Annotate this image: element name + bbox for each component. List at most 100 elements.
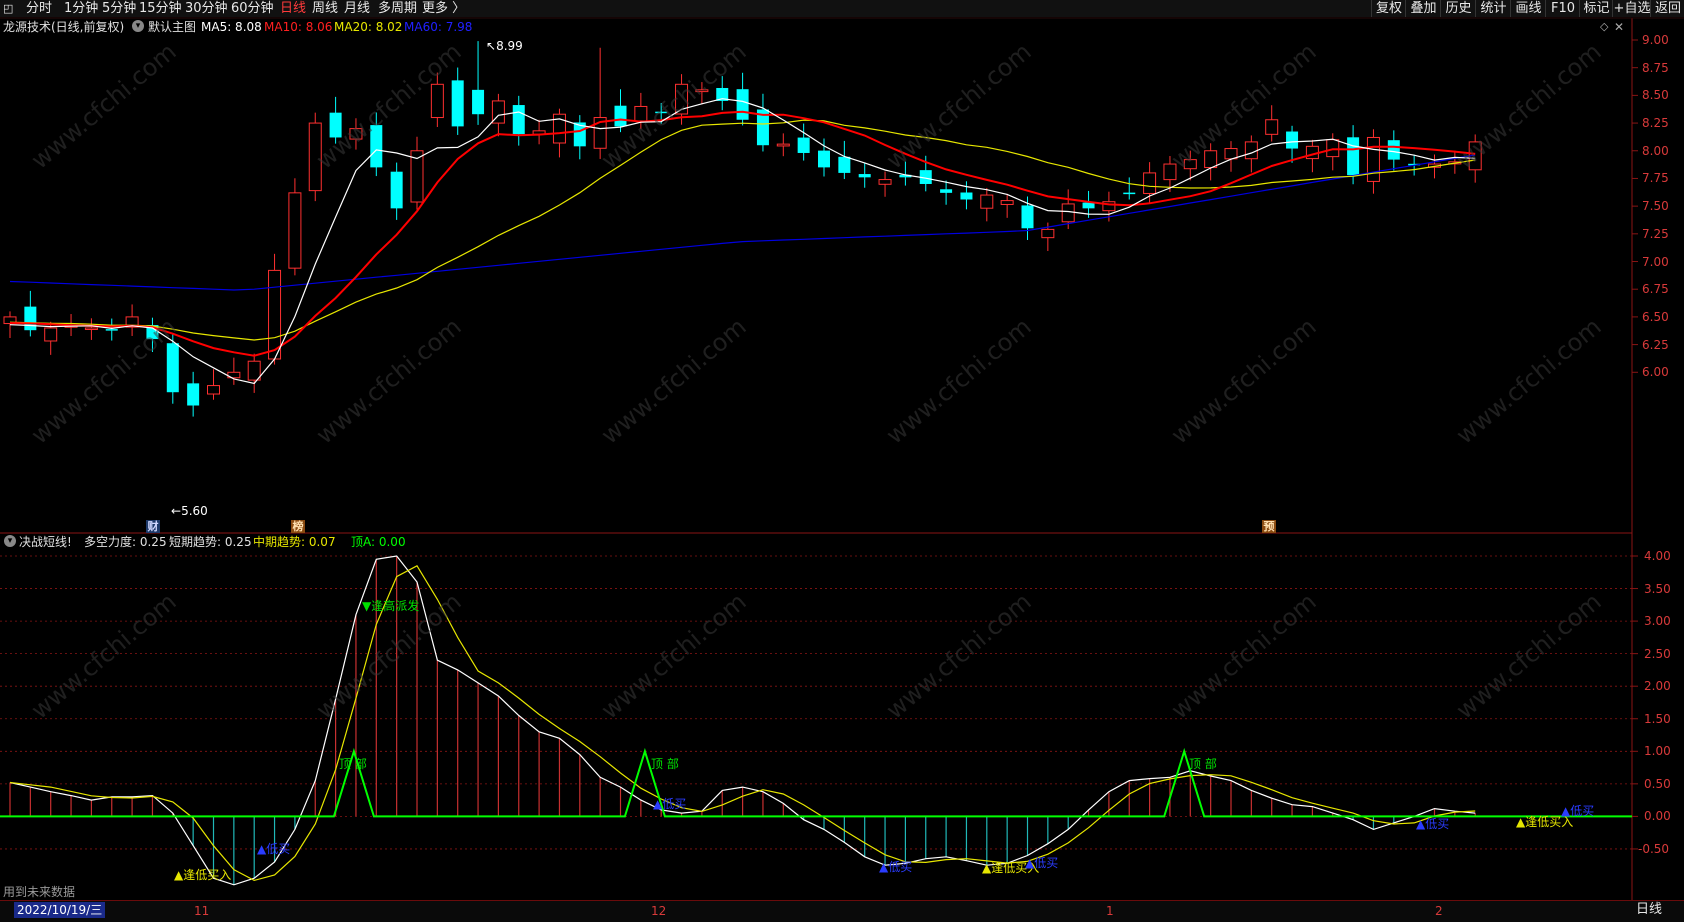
toolbar-period-3[interactable]: 15分钟	[139, 0, 182, 17]
low-buy-signal: ▲低买	[1025, 856, 1059, 870]
candle-body	[1387, 140, 1400, 160]
price-axis-label: 8.75	[1642, 60, 1669, 75]
current-date-label: 2022/10/19/三	[14, 902, 106, 918]
low-buy-signal: ▲低买	[653, 797, 687, 811]
finance-report-marker[interactable]: 财	[146, 520, 160, 533]
price-axis-label: 6.00	[1642, 365, 1669, 380]
window-restore-icon[interactable]: ◇	[1600, 19, 1608, 35]
toolbar-action-6[interactable]: 标记	[1579, 0, 1613, 17]
osc-axis-label: 0.50	[1644, 776, 1671, 791]
candle-body	[207, 385, 220, 395]
candle-body	[736, 89, 749, 120]
toolbar-action-5[interactable]: F10	[1545, 0, 1580, 17]
price-axis-label: 7.50	[1642, 199, 1669, 214]
toolbar-period-0[interactable]: 分时	[26, 0, 52, 17]
price-axis-label: 7.00	[1642, 254, 1669, 269]
toolbar-action-3[interactable]: 统计	[1475, 0, 1511, 17]
price-axis-label: 9.00	[1642, 33, 1669, 47]
collapse-icon[interactable]: ▾	[132, 20, 144, 32]
toolbar-action-4[interactable]: 画线	[1510, 0, 1546, 17]
toolbar-period-10[interactable]: 更多 〉	[422, 0, 465, 17]
toolbar-action-2[interactable]: 历史	[1440, 0, 1476, 17]
price-axis-label: 6.25	[1642, 337, 1669, 352]
low-buy-signal: ▲低买	[1416, 817, 1450, 831]
candle-body	[166, 343, 179, 393]
osc-axis-label: 2.00	[1644, 679, 1671, 694]
watermark-text: www.cfchi.com	[1166, 312, 1322, 449]
toolbar-action-0[interactable]: 复权	[1371, 0, 1406, 17]
watermark-text: www.cfchi.com	[26, 37, 182, 174]
toolbar-period-9[interactable]: 多周期	[378, 0, 417, 17]
sell-high-signal: ▼逢高派发	[362, 599, 420, 613]
low-price-label: ←5.60	[171, 504, 208, 518]
toolbar-period-1[interactable]: 1分钟	[64, 0, 98, 17]
watermark-text: www.cfchi.com	[596, 587, 752, 724]
high-price-label: ↖8.99	[486, 39, 523, 53]
bull-bear-strength: 多空力度: 0.25	[84, 535, 167, 549]
panel-toggle-icon[interactable]: ▾	[4, 535, 16, 547]
ma60-value: MA60: 7.98	[404, 20, 473, 34]
toolbar-period-5[interactable]: 60分钟	[231, 0, 274, 17]
osc-axis-label: -0.50	[1638, 841, 1670, 856]
future-data-note: 用到未来数据	[3, 885, 76, 899]
earnings-forecast-marker[interactable]: 预	[1262, 520, 1276, 533]
candle-body	[1021, 205, 1034, 229]
month-label: 1	[1106, 904, 1114, 918]
candle-body	[1286, 131, 1299, 149]
candle-body	[187, 383, 200, 406]
candle-body	[1347, 137, 1360, 176]
candle-body	[268, 269, 282, 360]
candle-body	[472, 89, 485, 115]
osc-axis-label: 3.00	[1644, 614, 1671, 629]
candle-body	[24, 306, 37, 331]
month-label: 12	[651, 904, 667, 918]
candle-body	[940, 189, 953, 193]
date-bar	[0, 900, 1684, 922]
watermark-text: www.cfchi.com	[26, 587, 182, 724]
osc-axis-label: 3.50	[1644, 581, 1671, 596]
top-signal: 顶 部	[1189, 757, 1217, 771]
window-close-icon[interactable]: ✕	[1614, 19, 1624, 35]
toolbar-action-1[interactable]: 叠加	[1405, 0, 1441, 17]
chart-area[interactable]: www.cfchi.com www.cfchi.com www.cfchi.com w…	[0, 0, 1684, 921]
price-axis-label: 7.75	[1642, 171, 1669, 186]
candle-body	[797, 137, 810, 153]
watermark-text: www.cfchi.com	[596, 312, 752, 449]
candle-body	[84, 327, 98, 330]
toolbar-menu-icon[interactable]: ◰	[3, 0, 13, 17]
toolbar-period-7[interactable]: 周线	[312, 0, 338, 17]
dragon-tiger-list-marker[interactable]: 榜	[291, 520, 305, 533]
toolbar-period-2[interactable]: 5分钟	[102, 0, 136, 17]
period-button[interactable]: 日线	[1636, 902, 1662, 918]
ma10-value: MA10: 8.06	[264, 20, 333, 34]
candle-body	[818, 150, 830, 168]
watermark-text: www.cfchi.com	[1166, 587, 1322, 724]
toolbar-action-8[interactable]: 返回	[1650, 0, 1684, 17]
candle-body	[1366, 136, 1380, 182]
candle-body	[430, 83, 444, 119]
sub-indicator-title[interactable]: 决战短线!	[19, 534, 72, 550]
candle-body	[1000, 200, 1014, 205]
ma20-value: MA20: 8.02	[334, 20, 403, 34]
ma5-value: MA5: 8.08	[201, 20, 262, 34]
watermark-text: www.cfchi.com	[881, 312, 1037, 449]
indicator-name[interactable]: 默认主图	[148, 19, 196, 35]
candle-body	[288, 192, 302, 269]
candle-body	[390, 171, 403, 209]
candle-body	[247, 360, 261, 381]
ma60-line	[9, 154, 1476, 291]
mid-trend-value: 中期趋势: 0.07	[253, 535, 336, 549]
candle-body	[1163, 163, 1177, 181]
candle-body	[776, 143, 790, 147]
watermark-text: www.cfchi.com	[1166, 37, 1322, 174]
toolbar-period-8[interactable]: 月线	[344, 0, 370, 17]
toolbar-period-6[interactable]: 日线	[280, 0, 306, 17]
candle-body	[614, 105, 627, 127]
candle-body	[960, 192, 973, 200]
toolbar-period-4[interactable]: 30分钟	[185, 0, 228, 17]
short-trend-value: 短期趋势: 0.25	[169, 535, 252, 549]
low-buy-signal: ▲低买	[1561, 804, 1595, 818]
toolbar-action-7[interactable]: +自选	[1612, 0, 1651, 17]
top-a-value: 顶A: 0.00	[351, 535, 406, 549]
candle-body	[451, 80, 464, 127]
